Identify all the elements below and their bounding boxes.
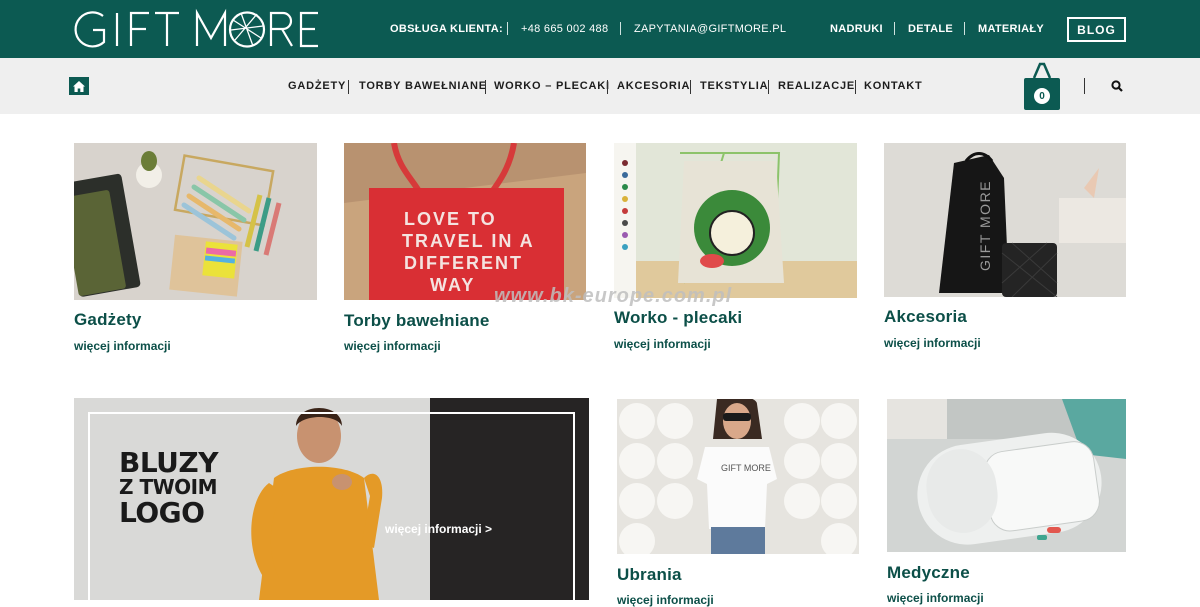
nav-divider <box>855 80 856 94</box>
watermark-text: www.bk-europe.com.pl <box>494 285 733 307</box>
tote-bag-photo: LOVE TO TRAVEL IN A DIFFERENT WAY <box>344 143 586 300</box>
tote-text-line-2: TRAVEL IN A <box>402 231 535 251</box>
tile-link-torby[interactable]: więcej informacji <box>344 339 441 353</box>
top-bar: OBSŁUGA KLIENTA: +48 665 002 488 ZAPYTAN… <box>0 0 1200 58</box>
gift-more-logo-graphic <box>74 8 318 48</box>
tote-text-line-1: LOVE TO <box>404 209 497 229</box>
banner-line-3: LOGO <box>119 496 205 529</box>
product-image-torby[interactable]: LOVE TO TRAVEL IN A DIFFERENT WAY <box>344 143 586 300</box>
pouch-logo: GIFT MORE <box>977 180 993 271</box>
nav-divider <box>690 80 691 94</box>
home-icon <box>73 80 85 92</box>
nav-divider <box>1084 78 1085 94</box>
promo-banner-bluzy[interactable]: BLUZY Z TWOIM LOGO więcej informacji > <box>74 398 589 600</box>
product-image-worko[interactable] <box>614 143 857 298</box>
nav-divider <box>348 80 349 94</box>
nav-item-tekstylia[interactable]: TEKSTYLIA <box>700 80 768 94</box>
search-icon[interactable] <box>1111 80 1123 92</box>
product-image-medyczne[interactable] <box>887 399 1126 552</box>
nav-divider <box>768 80 769 94</box>
nav-item-realizacje[interactable]: REALIZACJE <box>778 80 855 94</box>
tile-title-torby[interactable]: Torby bawełniane <box>344 311 490 331</box>
tile-link-medyczne[interactable]: więcej informacji <box>887 591 984 605</box>
gadgets-photo <box>74 143 317 300</box>
cart-icon[interactable] <box>1022 62 1062 112</box>
email-link[interactable]: ZAPYTANIA@GIFTMORE.PL <box>634 21 786 37</box>
site-logo[interactable] <box>73 8 323 50</box>
top-link-detale[interactable]: DETALE <box>908 21 953 37</box>
nav-item-akcesoria[interactable]: AKCESORIA <box>617 80 690 94</box>
tile-title-worko[interactable]: Worko - plecaki <box>614 308 742 328</box>
pill-bottle-photo <box>887 399 1126 552</box>
nav-item-worko[interactable]: WORKO – PLECAKI <box>494 80 610 94</box>
tile-link-akcesoria[interactable]: więcej informacji <box>884 336 981 350</box>
tile-title-akcesoria[interactable]: Akcesoria <box>884 307 967 327</box>
tile-link-worko[interactable]: więcej informacji <box>614 337 711 351</box>
tile-title-gadzety[interactable]: Gadżety <box>74 310 142 330</box>
nav-item-torby[interactable]: TORBY BAWEŁNIANE <box>359 80 487 94</box>
home-button[interactable] <box>69 77 89 95</box>
nav-divider <box>607 80 608 94</box>
product-image-gadzety[interactable] <box>74 143 317 300</box>
banner-headline: BLUZY Z TWOIM LOGO <box>119 446 219 529</box>
tote-text-line-4: WAY <box>430 275 475 295</box>
tshirt-model-photo: GIFT MORE <box>617 399 859 554</box>
banner-line-1: BLUZY <box>119 446 219 479</box>
tile-link-gadzety[interactable]: więcej informacji <box>74 339 171 353</box>
drawstring-bag-photo <box>614 143 857 298</box>
tile-link-ubrania[interactable]: więcej informacji <box>617 593 714 607</box>
divider <box>620 22 621 35</box>
product-image-ubrania[interactable]: GIFT MORE <box>617 399 859 554</box>
divider <box>894 22 895 35</box>
cart-count-badge: 0 <box>1034 88 1050 104</box>
tile-title-ubrania[interactable]: Ubrania <box>617 565 682 585</box>
black-pouch-photo: GIFT MORE <box>884 143 1126 297</box>
top-link-materialy[interactable]: MATERIAŁY <box>978 21 1044 37</box>
tshirt-logo: GIFT MORE <box>721 463 771 473</box>
nav-item-gadzety[interactable]: GADŻETY <box>288 80 346 94</box>
blog-button[interactable]: BLOG <box>1067 17 1126 42</box>
banner-more-link[interactable]: więcej informacji > <box>385 522 492 536</box>
tile-title-medyczne[interactable]: Medyczne <box>887 563 970 583</box>
phone-link[interactable]: +48 665 002 488 <box>521 21 608 37</box>
nav-divider <box>485 80 486 94</box>
tote-text-line-3: DIFFERENT <box>404 253 523 273</box>
divider <box>964 22 965 35</box>
nav-item-kontakt[interactable]: KONTAKT <box>864 80 923 94</box>
divider <box>507 22 508 35</box>
main-nav: GADŻETY TORBY BAWEŁNIANE WORKO – PLECAKI… <box>0 58 1200 114</box>
customer-service-label: OBSŁUGA KLIENTA: <box>390 23 503 35</box>
product-image-akcesoria[interactable]: GIFT MORE <box>884 143 1126 297</box>
top-link-nadruki[interactable]: NADRUKI <box>830 21 883 37</box>
